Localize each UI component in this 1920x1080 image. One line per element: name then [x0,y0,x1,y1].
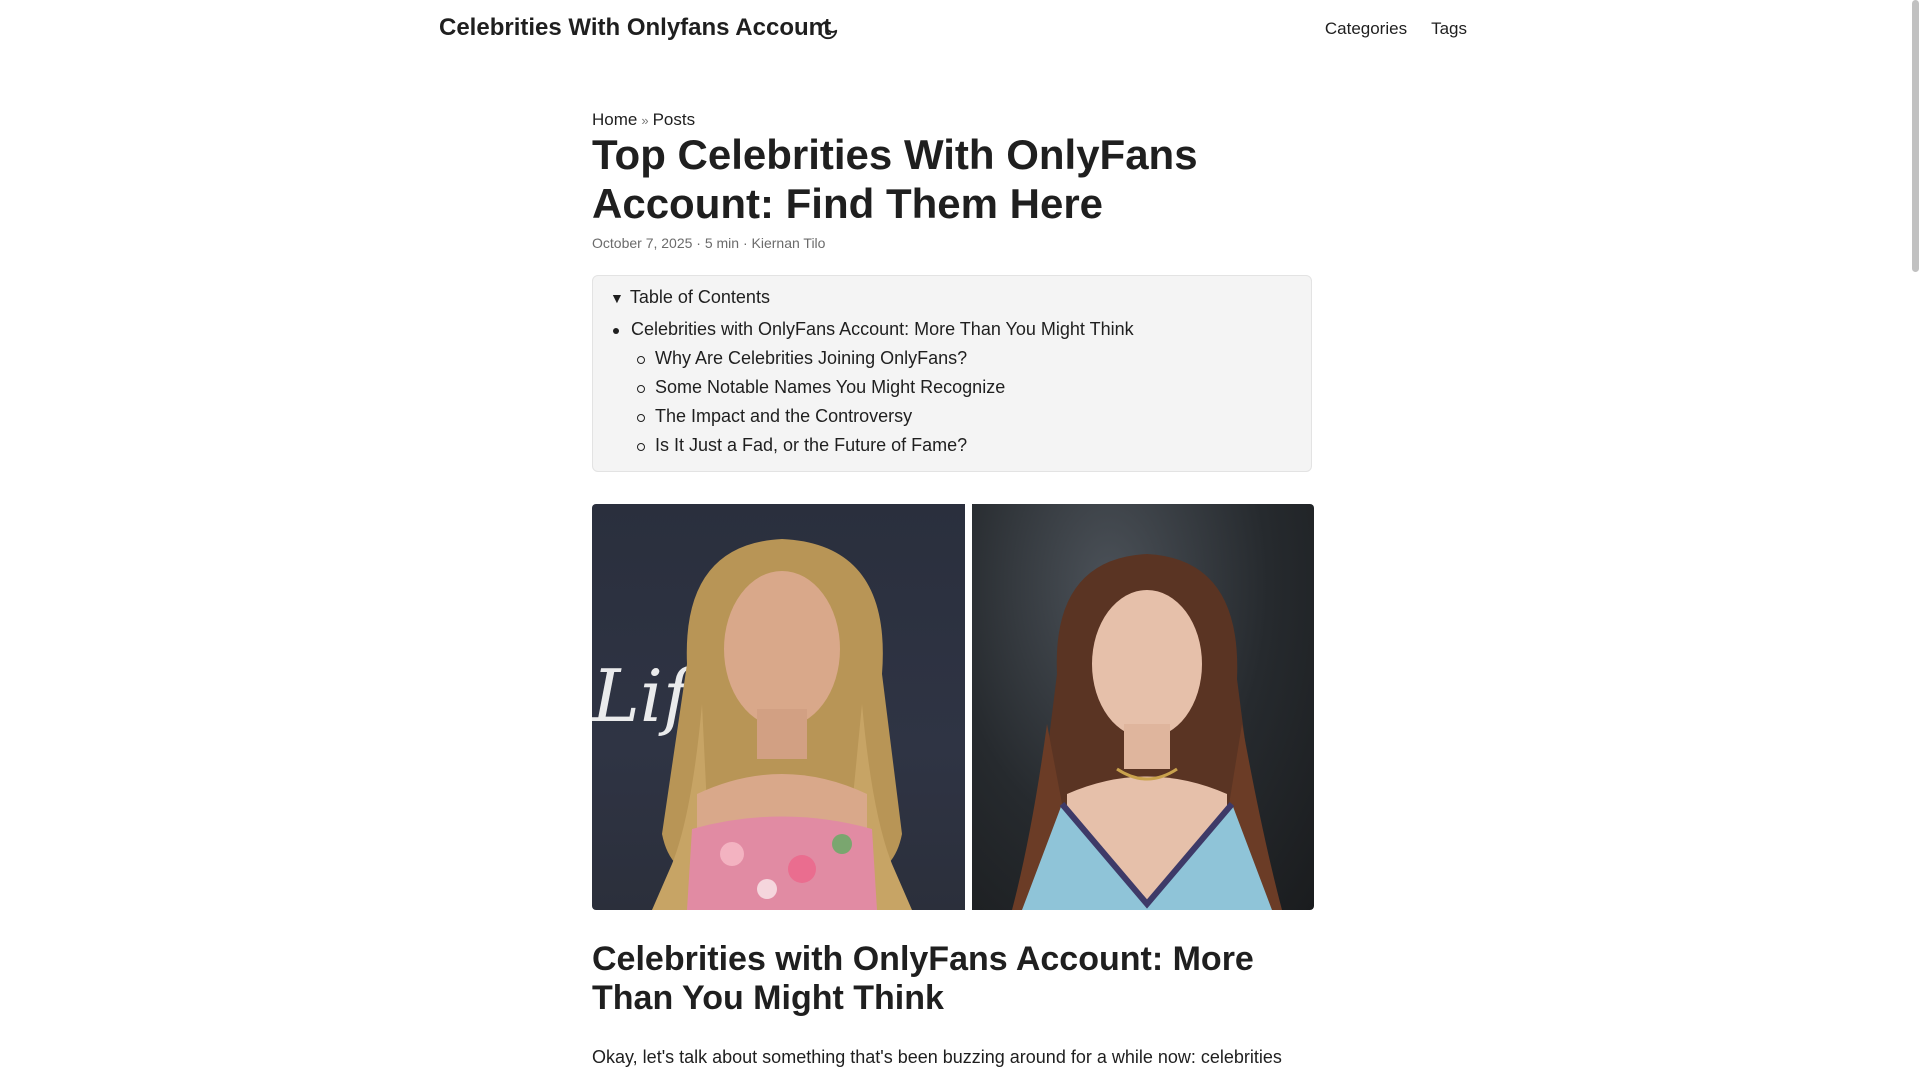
toc-item: Some Notable Names You Might Recognize [593,377,1134,406]
portrait-right [1012,554,1282,910]
section-heading: Celebrities with OnlyFans Account: More … [592,940,1254,1017]
site-header: Celebrities With Onlyfans Account Catego… [0,0,1920,60]
toc-link[interactable]: The Impact and the Controversy [655,406,912,426]
page-title: Top Celebrities With OnlyFans Account: F… [592,131,1198,227]
body-paragraph: Okay, let's talk about something that's … [592,1047,1282,1067]
site-logo[interactable]: Celebrities With Onlyfans Account [439,14,831,42]
cover-photo-right [972,504,1314,910]
breadcrumb-separator: » [641,113,649,128]
toc-item: Is It Just a Fad, or the Future of Fame? [593,435,1134,464]
toc-link[interactable]: Why Are Celebrities Joining OnlyFans? [655,348,967,368]
nav-categories[interactable]: Categories [1325,19,1407,39]
scrollbar-thumb[interactable] [1912,0,1919,272]
toc-link[interactable]: Is It Just a Fad, or the Future of Fame? [655,435,967,455]
toc-title: Table of Contents [629,287,770,307]
toc-item: Celebrities with OnlyFans Account: More … [593,319,1134,348]
triangle-down-icon: ▼ [610,290,624,306]
toc-link[interactable]: Celebrities with OnlyFans Account: More … [631,319,1134,339]
top-nav: Categories Tags [1325,19,1467,39]
breadcrumb: Home » Posts [592,110,695,130]
cover-image: Lifet [592,504,1314,910]
breadcrumb-home[interactable]: Home [592,110,637,129]
table-of-contents: ▼ Table of Contents Celebrities with Only… [592,275,1312,472]
portrait-left [652,539,912,910]
moon-icon[interactable] [817,19,839,41]
page-scrollbar[interactable] [1912,0,1920,1080]
nav-tags[interactable]: Tags [1431,19,1467,39]
toc-list: Celebrities with OnlyFans Account: More … [593,319,1134,464]
toc-item: Why Are Celebrities Joining OnlyFans? [593,348,1134,377]
cover-photo-left: Lifet [592,504,965,910]
toc-toggle[interactable]: ▼ Table of Contents [610,287,770,308]
breadcrumb-posts[interactable]: Posts [653,110,696,129]
toc-item: The Impact and the Controversy [593,406,1134,435]
post-meta: October 7, 2025 · 5 min · Kiernan Tilo [592,235,826,251]
toc-link[interactable]: Some Notable Names You Might Recognize [655,377,1005,397]
